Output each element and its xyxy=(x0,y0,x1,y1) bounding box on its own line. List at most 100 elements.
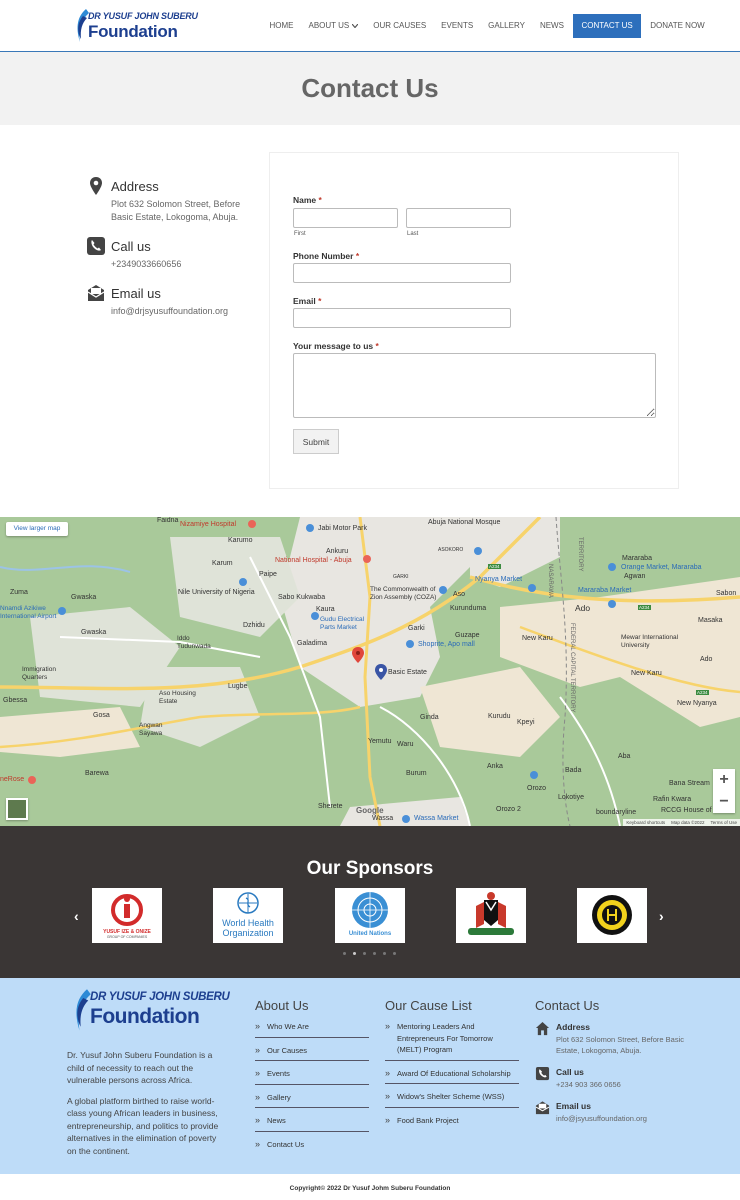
footer-about-links: About Us Who We Are Our Causes Events Ga… xyxy=(255,998,369,1161)
info-address-text: Plot 632 Solomon Street, Before Basic Es… xyxy=(111,199,241,222)
nav-home[interactable]: HOME xyxy=(262,14,301,38)
nav-about[interactable]: ABOUT US xyxy=(301,14,366,38)
sponsors-section: Our Sponsors ‹ › YUSUF IZE & ONIZE GROUP… xyxy=(0,826,740,978)
footer-link-events[interactable]: Events xyxy=(255,1068,369,1085)
required-mark: * xyxy=(318,296,322,306)
map-road-label: A234 xyxy=(638,605,651,610)
nav-causes[interactable]: OUR CAUSES xyxy=(366,14,434,38)
sponsor-logo-yusuf[interactable]: YUSUF IZE & ONIZE GROUP OF COMPANIES xyxy=(92,888,162,943)
email-icon xyxy=(87,285,105,301)
nav-events[interactable]: EVENTS xyxy=(434,14,481,38)
map-label: Gbessa xyxy=(3,697,28,704)
carousel-dot[interactable] xyxy=(393,952,396,955)
info-call: Call us +2349033660656 xyxy=(86,236,256,271)
footer-link-our-causes[interactable]: Our Causes xyxy=(255,1045,369,1061)
un-emblem-icon xyxy=(352,892,388,928)
map-label: Kpeyi xyxy=(517,719,535,726)
footer-about-p1: Dr. Yusuf John Suberu Foundation is a ch… xyxy=(67,1050,213,1085)
site-header: DR YUSUF JOHN SUBERU Foundation HOME ABO… xyxy=(0,0,740,52)
footer-cause-food-bank[interactable]: Food Bank Project xyxy=(385,1115,519,1131)
footer-link-contact[interactable]: Contact Us xyxy=(255,1139,369,1155)
map-road-label: A234 xyxy=(696,690,709,695)
logo-line2: Foundation xyxy=(88,22,178,41)
site-logo[interactable]: DR YUSUF JOHN SUBERU Foundation xyxy=(74,8,198,44)
carousel-dot[interactable] xyxy=(343,952,346,955)
footer-cause-wss[interactable]: Widow's Shelter Scheme (WSS) xyxy=(385,1091,519,1108)
map-label: Zuma xyxy=(10,589,28,596)
contact-info: Address Plot 632 Solomon Street, Before … xyxy=(86,176,256,330)
terms-link[interactable]: Terms of Use xyxy=(710,819,737,826)
map-label: Anka xyxy=(487,763,503,770)
last-name-input[interactable] xyxy=(406,208,511,228)
carousel-dot[interactable] xyxy=(363,952,366,955)
submit-button[interactable]: Submit xyxy=(293,429,339,454)
seal-icon xyxy=(592,895,632,935)
message-textarea[interactable] xyxy=(293,353,656,418)
map-label: Mararaba xyxy=(622,555,652,562)
footer-cause-scholarship[interactable]: Award Of Educational Scholarship xyxy=(385,1068,519,1084)
nav-donate[interactable]: DONATE NOW xyxy=(643,14,713,38)
carousel-dot[interactable] xyxy=(353,952,356,955)
footer-link-gallery[interactable]: Gallery xyxy=(255,1092,369,1108)
footer-email-text[interactable]: info@jsyusuffoundation.org xyxy=(556,1113,695,1124)
required-mark: * xyxy=(375,341,379,351)
sponsor-logo-un[interactable]: United Nations xyxy=(335,888,405,943)
carousel-dot[interactable] xyxy=(373,952,376,955)
carousel-prev-button[interactable]: ‹ xyxy=(74,908,79,924)
footer-cause-melt[interactable]: Mentoring Leaders And Entrepreneurs For … xyxy=(385,1021,519,1061)
first-name-input[interactable] xyxy=(293,208,398,228)
satellite-toggle[interactable] xyxy=(6,798,28,820)
email-input[interactable] xyxy=(293,308,511,328)
map-label: TERRITORY xyxy=(577,537,583,572)
coat-of-arms-icon xyxy=(468,892,514,935)
info-email: Email us info@drjsyusuffoundation.org xyxy=(86,283,256,318)
map-label: Ankuru xyxy=(326,548,349,555)
footer-email-title: Email us xyxy=(556,1101,591,1111)
map-label: Ado xyxy=(700,656,713,663)
copyright: Copyright© 2022 Dr Yusuf Johm Suberu Fou… xyxy=(0,1174,740,1200)
map-label: Mewar International University xyxy=(621,634,679,649)
zoom-in-button[interactable]: + xyxy=(713,769,735,791)
phone-label: Phone Number * xyxy=(293,251,359,261)
footer-call-text[interactable]: +234 903 366 0656 xyxy=(556,1079,695,1090)
footer-link-who-we-are[interactable]: Who We Are xyxy=(255,1021,369,1038)
nav-about-label: ABOUT US xyxy=(308,21,350,30)
sponsor-who-line2: Organization xyxy=(222,928,274,938)
map-label: New Karu xyxy=(522,635,553,642)
nav-news[interactable]: NEWS xyxy=(532,14,571,38)
zoom-out-button[interactable]: − xyxy=(713,791,735,813)
map-label: Karum xyxy=(212,560,233,567)
keyboard-shortcuts-link[interactable]: Keyboard shortcuts xyxy=(626,819,665,826)
nav-gallery[interactable]: GALLERY xyxy=(481,14,533,38)
map-label: Aba xyxy=(618,753,631,760)
logo-swoosh-icon xyxy=(76,989,91,1031)
map-label: Sherete xyxy=(318,803,343,810)
map-label: Bana Stream xyxy=(669,780,710,787)
zoom-controls: + − xyxy=(713,769,735,813)
map-label: Nile University of Nigeria xyxy=(178,589,255,596)
map-data-label: Map data ©2022 xyxy=(671,820,705,825)
sponsor-logo-coat-of-arms[interactable] xyxy=(456,888,526,943)
sponsor-logo-seal[interactable] xyxy=(577,888,647,943)
map-label: Iddo Tudunwada xyxy=(177,635,211,650)
carousel-dot[interactable] xyxy=(383,952,386,955)
nav-contact[interactable]: CONTACT US xyxy=(573,14,641,38)
info-email-text[interactable]: info@drjsyusuffoundation.org xyxy=(111,305,256,318)
view-larger-map-link[interactable]: View larger map xyxy=(6,522,68,536)
phone-input[interactable] xyxy=(293,263,511,283)
map-embed[interactable]: View larger map Faidna Nizamiye Hospital… xyxy=(0,517,740,826)
footer-link-news[interactable]: News xyxy=(255,1115,369,1132)
map-label: Mararaba Market xyxy=(578,587,632,594)
sponsor-logo-who[interactable]: World Health Organization xyxy=(213,888,283,943)
map-label: neRose xyxy=(0,776,25,783)
info-call-text[interactable]: +2349033660656 xyxy=(111,258,256,271)
email-label-text: Email xyxy=(293,296,316,306)
map-label: Gudu Electrical Parts Market xyxy=(320,616,365,631)
map-label: Yemutu xyxy=(368,738,392,745)
footer-cause-list: Our Cause List Mentoring Leaders And Ent… xyxy=(385,998,519,1137)
footer-about-p2: A global platform birthed to raise world… xyxy=(67,1095,219,1156)
message-label: Your message to us * xyxy=(293,341,379,351)
carousel-next-button[interactable]: › xyxy=(659,908,664,924)
footer-logo[interactable]: DR YUSUF JOHN SUBERU Foundation xyxy=(72,988,230,1033)
location-pin-icon xyxy=(90,177,102,195)
